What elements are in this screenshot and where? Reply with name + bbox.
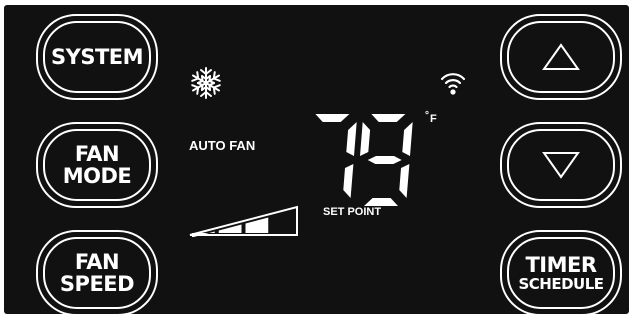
temperature-segment bbox=[315, 114, 350, 122]
snowflake-icon bbox=[189, 67, 223, 99]
fan-mode-status: AUTO FAN bbox=[189, 138, 256, 153]
timer-line1: TIMER bbox=[525, 252, 597, 277]
system-button-label: SYSTEM bbox=[50, 44, 144, 69]
timer-line2: SCHEDULE bbox=[518, 274, 604, 293]
temperature-segment bbox=[399, 164, 410, 198]
temperature-segment bbox=[402, 122, 413, 156]
wifi-icon bbox=[440, 73, 466, 95]
temperature-unit: °F bbox=[425, 110, 437, 125]
system-button[interactable]: SYSTEM bbox=[36, 14, 158, 100]
fan-mode-line1: FAN bbox=[74, 141, 120, 166]
set-point-label: SET POINT bbox=[323, 206, 382, 218]
temperature-segment bbox=[346, 122, 357, 156]
temperature-segment bbox=[360, 122, 371, 156]
temp-down-button[interactable] bbox=[500, 122, 622, 208]
unit-label: F bbox=[430, 113, 437, 125]
temperature-segment bbox=[371, 114, 406, 122]
temp-up-button[interactable] bbox=[500, 14, 622, 100]
fan-speed-button-label: FAN SPEED bbox=[59, 249, 135, 296]
timer-schedule-button[interactable]: TIMER SCHEDULE bbox=[500, 230, 622, 316]
degree-symbol: ° bbox=[425, 110, 429, 121]
temperature-display: 79 bbox=[315, 114, 413, 206]
fan-speed-line2: SPEED bbox=[59, 271, 135, 296]
down-arrow-icon bbox=[542, 152, 580, 179]
fan-mode-button[interactable]: FAN MODE bbox=[36, 122, 158, 208]
fan-speed-indicator bbox=[189, 205, 298, 237]
timer-schedule-button-label: TIMER SCHEDULE bbox=[518, 252, 604, 293]
fan-mode-line2: MODE bbox=[62, 163, 132, 188]
temperature-segment bbox=[343, 164, 354, 198]
fan-speed-line1: FAN bbox=[74, 249, 120, 274]
up-arrow-icon bbox=[542, 43, 580, 70]
temperature-segment bbox=[367, 156, 402, 164]
fan-speed-button[interactable]: FAN SPEED bbox=[36, 230, 158, 316]
temperature-segment bbox=[364, 198, 398, 206]
fan-mode-button-label: FAN MODE bbox=[62, 141, 132, 188]
